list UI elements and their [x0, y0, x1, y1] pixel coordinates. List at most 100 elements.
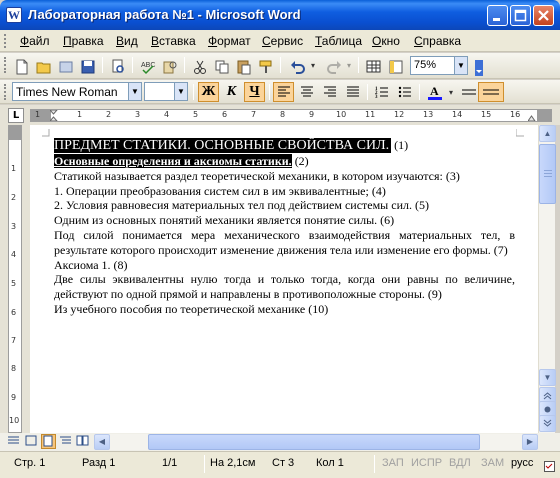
align-right-icon: [323, 86, 336, 97]
align-right-button[interactable]: [319, 82, 340, 102]
zoom-select[interactable]: 75% ▼: [410, 56, 468, 75]
chevron-down-icon[interactable]: ▼: [128, 83, 141, 100]
menu-view[interactable]: Вид: [116, 34, 138, 48]
tab-selector[interactable]: L: [8, 108, 24, 123]
new-button[interactable]: [12, 56, 32, 76]
justify-button[interactable]: [342, 82, 363, 102]
ruler-number: 3: [135, 110, 141, 119]
web-layout-view-button[interactable]: [24, 434, 39, 449]
status-language[interactable]: русс: [511, 457, 533, 469]
svg-text:3: 3: [375, 95, 378, 99]
align-center-button[interactable]: [296, 82, 317, 102]
ruler-number: 10: [336, 110, 347, 119]
vertical-ruler[interactable]: 1 2 3 4 5 6 7 8 9 10: [8, 125, 22, 433]
horizontal-scrollbar[interactable]: ◀ ▶: [94, 434, 538, 450]
research-button[interactable]: [160, 56, 180, 76]
outline-view-button[interactable]: [58, 434, 73, 449]
cut-button[interactable]: [190, 56, 210, 76]
ruler-number: 7: [11, 336, 17, 345]
ruler-number: 13: [423, 110, 434, 119]
right-indent-marker[interactable]: [528, 114, 536, 121]
undo-button[interactable]: [288, 56, 308, 76]
undo-dropdown[interactable]: ▾: [308, 56, 318, 76]
minimize-button[interactable]: [487, 5, 508, 26]
font-name-select[interactable]: Times New Roman ▼: [12, 82, 142, 101]
open-button[interactable]: [34, 56, 54, 76]
ruler-number: 2: [106, 110, 112, 119]
zoom-value: 75%: [414, 59, 437, 71]
insert-table-button[interactable]: [364, 56, 384, 76]
font-color-button[interactable]: A: [424, 82, 445, 102]
svg-text:A: A: [430, 84, 439, 98]
menu-format[interactable]: Формат: [208, 34, 251, 48]
doc-subheading-number: (2): [291, 154, 309, 168]
spelling-button[interactable]: ABC: [138, 56, 158, 76]
align-left-icon: [277, 86, 290, 97]
horizontal-scroll-thumb[interactable]: [148, 434, 480, 450]
print-preview-button[interactable]: [108, 56, 128, 76]
normal-view-icon: [8, 436, 19, 444]
font-color-dropdown[interactable]: ▾: [446, 83, 456, 103]
status-extend-selection[interactable]: ВДЛ: [449, 457, 471, 469]
status-overtype[interactable]: ЗАМ: [481, 457, 504, 469]
status-track-changes[interactable]: ИСПР: [411, 457, 442, 469]
toolbar-separator: [132, 57, 133, 73]
numbering-button[interactable]: 123: [371, 82, 392, 102]
status-position: На 2,1см: [210, 457, 256, 469]
redo-dropdown[interactable]: ▾: [344, 56, 354, 76]
toolbar-options-button[interactable]: [474, 57, 484, 77]
status-page-of: 1/1: [162, 457, 178, 469]
reading-view-button[interactable]: [75, 434, 90, 449]
menu-tools[interactable]: Сервис: [262, 34, 303, 48]
document-page[interactable]: ПРЕДМЕТ СТАТИКИ. ОСНОВНЫЕ СВОЙСТВА СИЛ. …: [30, 125, 538, 433]
menubar-grip[interactable]: [4, 34, 7, 48]
horizontal-ruler[interactable]: 1 1 2 3 4 5 6 7 8 9 10 11 12 13 14 15 16: [30, 109, 552, 122]
toolbar-grip[interactable]: [4, 84, 7, 100]
first-line-indent-marker[interactable]: [50, 110, 58, 121]
align-left-button[interactable]: [273, 82, 294, 102]
underline-button[interactable]: Ч: [244, 82, 265, 102]
doc-paragraph: 1. Операции преобразования систем сил в …: [54, 183, 386, 198]
chevron-down-icon[interactable]: ▼: [454, 57, 467, 74]
save-button[interactable]: [78, 56, 98, 76]
redo-button[interactable]: [324, 56, 344, 76]
bullets-button[interactable]: [394, 82, 415, 102]
italic-button[interactable]: К: [221, 82, 242, 102]
menu-edit[interactable]: Правка: [63, 34, 104, 48]
close-button[interactable]: [533, 5, 554, 26]
scroll-down-button[interactable]: ▼: [539, 369, 556, 386]
scroll-left-button[interactable]: ◀: [94, 434, 110, 450]
highlight-button[interactable]: [478, 82, 504, 102]
vertical-scroll-thumb[interactable]: [539, 144, 556, 204]
menu-window[interactable]: Окно: [372, 34, 400, 48]
line-spacing-button[interactable]: [458, 82, 479, 102]
normal-view-button[interactable]: [6, 434, 21, 449]
status-record-macro[interactable]: ЗАП: [382, 457, 404, 469]
bold-button[interactable]: Ж: [198, 82, 219, 102]
word-app-icon[interactable]: W: [6, 7, 22, 23]
document-map-button[interactable]: [386, 56, 406, 76]
font-size-select[interactable]: ▼: [144, 82, 188, 101]
view-and-hscroll-bar: ◀ ▶: [0, 433, 560, 451]
scroll-right-button[interactable]: ▶: [522, 434, 538, 450]
document-text[interactable]: ПРЕДМЕТ СТАТИКИ. ОСНОВНЫЕ СВОЙСТВА СИЛ. …: [54, 138, 515, 317]
next-page-button[interactable]: [539, 415, 556, 432]
line-spacing-icon: [461, 89, 476, 95]
permission-button[interactable]: [56, 56, 76, 76]
menu-file[interactable]: Файл: [20, 34, 50, 48]
scroll-up-button[interactable]: ▲: [539, 125, 556, 142]
toolbar-grip[interactable]: [4, 57, 7, 73]
chevron-down-icon[interactable]: ▼: [174, 83, 187, 100]
print-layout-view-button[interactable]: [41, 434, 56, 449]
copy-button[interactable]: [212, 56, 232, 76]
paste-button[interactable]: [234, 56, 254, 76]
menu-insert[interactable]: Вставка: [151, 34, 196, 48]
maximize-button[interactable]: [510, 5, 531, 26]
bulleted-list-icon: [398, 86, 411, 98]
menu-table[interactable]: Таблица: [315, 34, 362, 48]
spelling-status-icon[interactable]: [544, 461, 556, 473]
vertical-scrollbar[interactable]: ▲ ▼: [538, 125, 556, 433]
format-painter-button[interactable]: [256, 56, 276, 76]
menu-help[interactable]: Справка: [414, 34, 461, 48]
double-chevron-down-icon: [543, 419, 552, 427]
